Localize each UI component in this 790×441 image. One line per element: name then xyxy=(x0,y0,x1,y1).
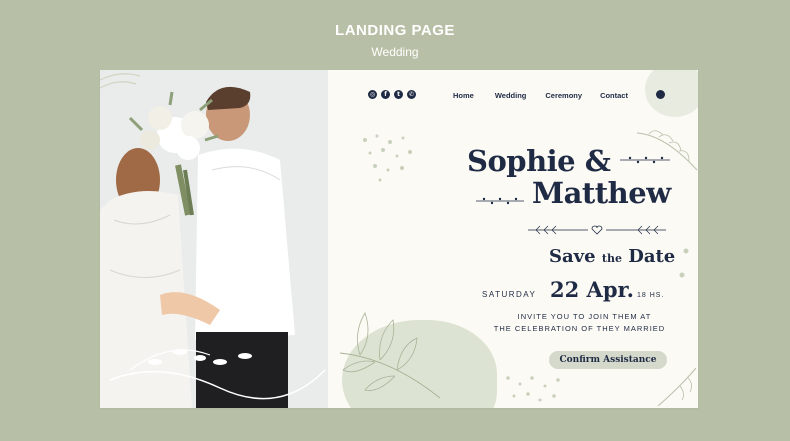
user-account-icon[interactable] xyxy=(656,90,665,99)
couple-illustration xyxy=(100,70,328,408)
name-sophie: Sophie & xyxy=(467,144,611,178)
nav-contact[interactable]: Contact xyxy=(600,91,628,100)
facebook-icon[interactable]: f xyxy=(381,90,390,99)
save-the-date-heading: Save the Date xyxy=(549,246,675,267)
event-hours: 18 HS. xyxy=(637,292,665,299)
decor-blob-top-right xyxy=(645,70,698,117)
twitter-icon[interactable]: t xyxy=(394,90,403,99)
whatsapp-icon[interactable]: ✆ xyxy=(407,90,416,99)
couple-photo xyxy=(100,70,328,408)
dots-decoration-bottom xyxy=(506,376,560,402)
landing-page-mockup: ◎ f t ✆ Home Wedding Ceremony Contact So… xyxy=(100,70,698,408)
invite-line-1: INVITE YOU TO JOIN THEM AT xyxy=(517,312,652,321)
social-icons: ◎ f t ✆ xyxy=(368,90,416,99)
the-word: the xyxy=(601,252,622,265)
dots-decoration xyxy=(363,134,412,182)
dots-decoration-right xyxy=(679,248,689,278)
invitation-text: INVITE YOU TO JOIN THEM AT THE CELEBRATI… xyxy=(472,311,697,335)
event-day-month: 22 Apr. xyxy=(550,277,634,302)
couple-names: Sophie & Matthew xyxy=(467,144,671,210)
nav-ceremony[interactable]: Ceremony xyxy=(545,91,582,100)
nav-home[interactable]: Home xyxy=(453,91,474,100)
branch-ornament-left xyxy=(476,197,524,205)
main-nav: Home Wedding Ceremony Contact xyxy=(453,91,628,100)
nav-wedding[interactable]: Wedding xyxy=(495,91,527,100)
invite-line-2: THE CELEBRATION OF THEY MARRIED xyxy=(493,324,666,333)
leaf-decoration-bottom-right xyxy=(657,367,697,407)
name-matthew: Matthew xyxy=(532,176,671,210)
heart-divider xyxy=(528,225,666,235)
leaf-decoration-top-right xyxy=(636,130,698,171)
leaf-sketch-bottom xyxy=(339,312,441,399)
branch-ornament-right xyxy=(620,156,670,164)
page-subtitle: Wedding xyxy=(371,45,419,59)
date-word: Date xyxy=(628,246,676,267)
instagram-icon[interactable]: ◎ xyxy=(368,90,377,99)
confirm-assistance-button[interactable]: Confirm Assistance xyxy=(549,351,667,369)
page-title: LANDING PAGE xyxy=(335,22,455,39)
event-weekday: SATURDAY xyxy=(482,290,537,299)
save-word: Save xyxy=(549,246,596,267)
